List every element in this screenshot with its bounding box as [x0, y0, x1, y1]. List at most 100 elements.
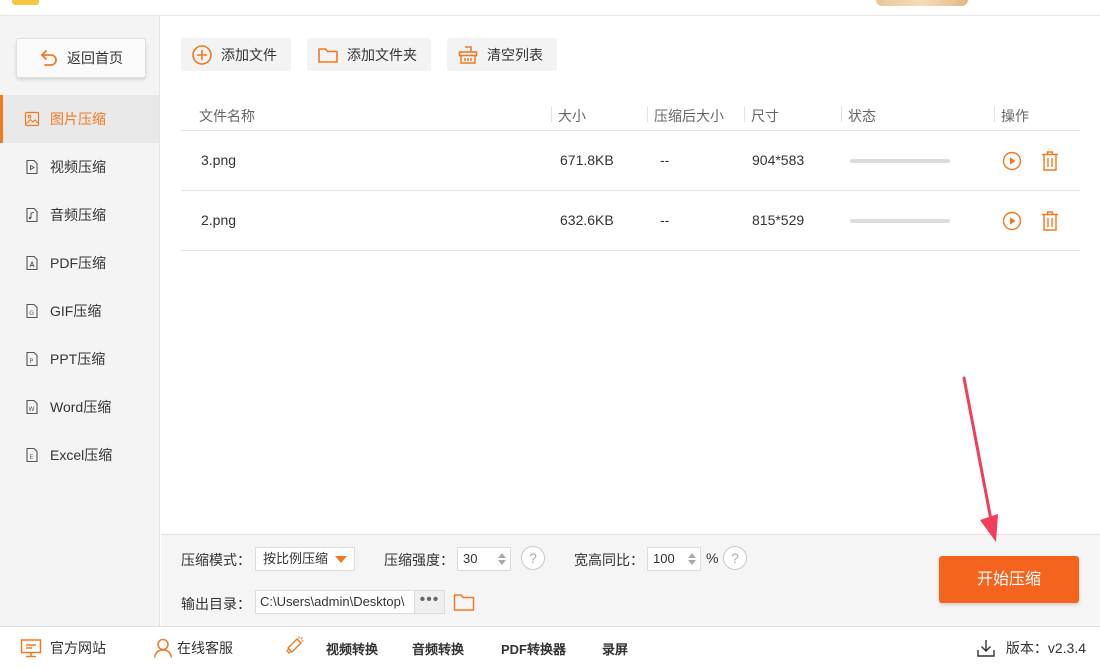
- back-home-button[interactable]: 返回首页: [16, 38, 146, 78]
- ppt-icon: P: [26, 351, 38, 367]
- compression-strength-stepper[interactable]: 30: [457, 547, 511, 571]
- start-compression-button[interactable]: 开始压缩: [939, 556, 1079, 603]
- bottom-bar: 官方网站 在线客服 视频转换 音频转换 PDF转换器 录屏 版本： v2.3.4: [0, 626, 1100, 668]
- column-divider: [744, 106, 745, 122]
- compressed-size: --: [660, 152, 670, 168]
- download-icon: [977, 640, 995, 657]
- sidebar-item-image[interactable]: 图片压缩: [0, 95, 159, 143]
- official-website-label: 官方网站: [50, 640, 106, 656]
- word-icon: W: [26, 399, 38, 415]
- add-file-button[interactable]: 添加文件: [181, 38, 291, 71]
- pdf-icon: [26, 255, 38, 271]
- title-bar: [0, 0, 1100, 16]
- megaphone-icon: [286, 636, 304, 654]
- open-folder-icon[interactable]: [453, 592, 475, 612]
- trash-icon[interactable]: [1040, 210, 1060, 232]
- official-website-link[interactable]: 官方网站: [20, 637, 106, 659]
- sidebar-item-gif[interactable]: G GIF压缩: [0, 287, 159, 335]
- svg-text:E: E: [30, 454, 34, 461]
- ratio-help-icon[interactable]: ?: [723, 546, 747, 570]
- table-row[interactable]: 3.png 671.8KB -- 904*583: [181, 131, 1080, 191]
- column-header-compressed-size: 压缩后大小: [654, 108, 724, 124]
- status-progress-bar: [850, 219, 950, 223]
- percent-unit: %: [706, 550, 719, 566]
- column-divider: [841, 106, 842, 122]
- screen-record-link[interactable]: 录屏: [602, 637, 628, 659]
- video-convert-link[interactable]: 视频转换: [326, 637, 378, 659]
- table-header: 文件名称 大小 压缩后大小 尺寸 状态 操作: [181, 98, 1080, 131]
- folder-icon: [318, 47, 338, 63]
- table-row[interactable]: 2.png 632.6KB -- 815*529: [181, 191, 1080, 251]
- image-icon: [24, 111, 40, 127]
- app-logo: [12, 0, 39, 5]
- column-divider: [994, 106, 995, 122]
- version-label: 版本：: [1005, 640, 1048, 656]
- sidebar-item-label: Word压缩: [50, 399, 112, 415]
- sidebar-item-excel[interactable]: E Excel压缩: [0, 431, 159, 479]
- sidebar-item-pdf[interactable]: PDF压缩: [0, 239, 159, 287]
- stepper-up-icon[interactable]: [498, 553, 506, 558]
- browse-dots-button[interactable]: •••: [414, 590, 445, 614]
- trash-icon[interactable]: [1040, 150, 1060, 172]
- sidebar-item-ppt[interactable]: P PPT压缩: [0, 335, 159, 383]
- online-support-link[interactable]: 在线客服: [152, 637, 233, 659]
- file-name: 3.png: [201, 152, 237, 168]
- back-home-label: 返回首页: [67, 50, 123, 66]
- svg-text:G: G: [29, 310, 34, 317]
- column-header-status: 状态: [848, 108, 876, 124]
- pdf-converter-link[interactable]: PDF转换器: [501, 637, 566, 659]
- output-directory-label: 输出目录：: [181, 596, 251, 612]
- aspect-ratio-stepper[interactable]: 100: [647, 547, 701, 571]
- sidebar-item-audio[interactable]: 音频压缩: [0, 191, 159, 239]
- status-progress-bar: [850, 159, 950, 163]
- add-folder-button[interactable]: 添加文件夹: [307, 38, 431, 71]
- add-folder-label: 添加文件夹: [347, 46, 417, 63]
- version-value: v2.3.4: [1047, 640, 1086, 656]
- excel-icon: E: [26, 447, 38, 463]
- promo-banner[interactable]: [876, 0, 968, 6]
- compressed-size: --: [660, 212, 670, 228]
- compression-mode-select[interactable]: 按比例压缩: [255, 547, 355, 571]
- clear-list-button[interactable]: 清空列表: [447, 38, 557, 71]
- file-size: 671.8KB: [560, 152, 614, 168]
- settings-panel: 压缩模式： 按比例压缩 压缩强度： 30 ? 宽高同比： 100 % ? 输出目…: [161, 534, 1100, 626]
- version-info[interactable]: 版本： v2.3.4: [976, 637, 1086, 659]
- clear-list-label: 清空列表: [487, 46, 543, 63]
- strength-help-icon[interactable]: ?: [521, 546, 545, 570]
- compression-mode-label: 压缩模式：: [181, 552, 251, 568]
- file-table: 文件名称 大小 压缩后大小 尺寸 状态 操作 3.png 671.8KB -- …: [181, 98, 1080, 251]
- stepper-down-icon[interactable]: [498, 560, 506, 565]
- stepper-up-icon[interactable]: [688, 553, 696, 558]
- video-icon: [26, 159, 38, 175]
- column-header-dimensions: 尺寸: [751, 108, 779, 124]
- file-dimensions: 815*529: [752, 212, 805, 228]
- monitor-icon: [20, 639, 42, 658]
- annotation-arrow: [962, 376, 998, 542]
- file-name: 2.png: [201, 212, 237, 228]
- file-dimensions: 904*583: [752, 152, 805, 168]
- sidebar-item-word[interactable]: W Word压缩: [0, 383, 159, 431]
- column-header-size: 大小: [558, 108, 586, 124]
- stepper-down-icon[interactable]: [688, 560, 696, 565]
- sidebar: 返回首页 图片压缩 视频压缩 音频压缩 PDF压缩 G GIF压缩 P PPT压…: [0, 16, 160, 626]
- play-icon[interactable]: [1002, 211, 1022, 231]
- sidebar-item-label: 音频压缩: [50, 207, 106, 223]
- sidebar-item-label: Excel压缩: [50, 447, 113, 463]
- audio-convert-link[interactable]: 音频转换: [412, 637, 464, 659]
- sidebar-item-label: PDF压缩: [50, 255, 106, 271]
- play-icon[interactable]: [1002, 151, 1022, 171]
- column-header-actions: 操作: [1001, 108, 1029, 124]
- audio-icon: [26, 207, 38, 223]
- svg-text:W: W: [29, 406, 35, 413]
- column-divider: [551, 106, 552, 122]
- chevron-down-icon: [335, 556, 347, 563]
- sidebar-item-label: GIF压缩: [50, 303, 102, 319]
- gif-icon: G: [26, 303, 38, 319]
- compression-strength-value: 30: [463, 551, 478, 566]
- sidebar-item-label: 视频压缩: [50, 159, 106, 175]
- sidebar-item-video[interactable]: 视频压缩: [0, 143, 159, 191]
- compression-strength-label: 压缩强度：: [384, 552, 454, 568]
- svg-text:P: P: [30, 358, 34, 365]
- aspect-ratio-label: 宽高同比：: [574, 552, 644, 568]
- column-header-name: 文件名称: [199, 108, 255, 124]
